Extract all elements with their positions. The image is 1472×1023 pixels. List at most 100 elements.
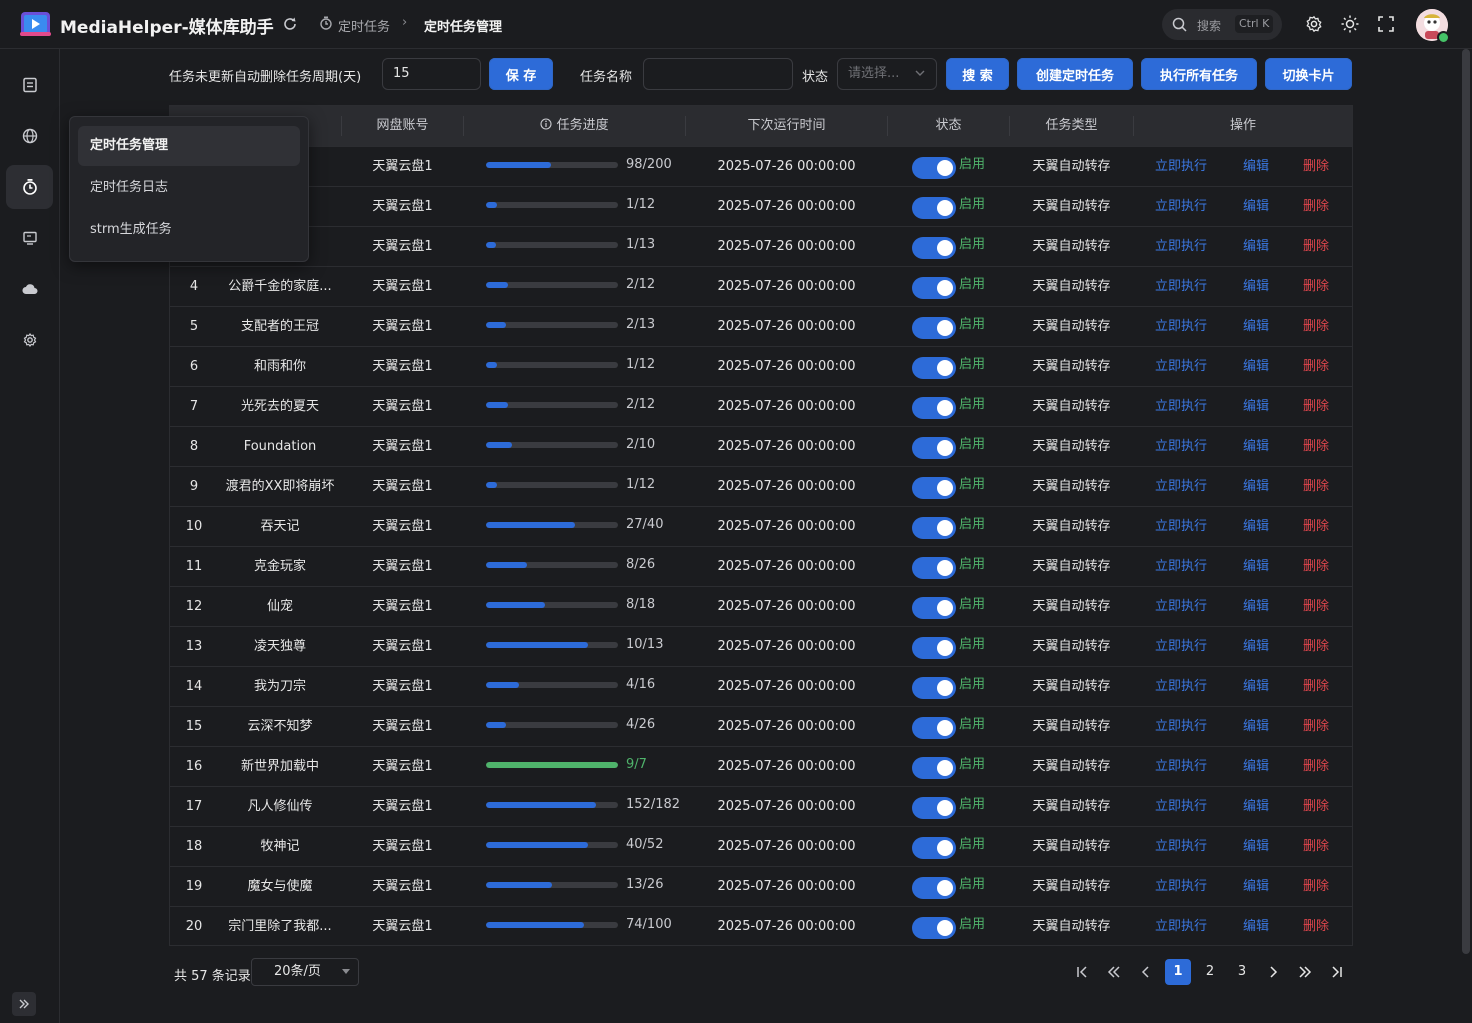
status-toggle[interactable] <box>912 877 956 899</box>
delete-link[interactable]: 删除 <box>1303 267 1329 306</box>
delete-link[interactable]: 删除 <box>1303 507 1329 546</box>
delete-link[interactable]: 删除 <box>1303 707 1329 746</box>
run-now-link[interactable]: 立即执行 <box>1155 827 1207 866</box>
status-toggle[interactable] <box>912 197 956 219</box>
delete-link[interactable]: 删除 <box>1303 227 1329 266</box>
status-toggle[interactable] <box>912 517 956 539</box>
edit-link[interactable]: 编辑 <box>1243 507 1269 546</box>
prev-page-button[interactable] <box>1133 959 1159 985</box>
edit-link[interactable]: 编辑 <box>1243 907 1269 946</box>
save-button[interactable]: 保 存 <box>489 58 553 90</box>
run-now-link[interactable]: 立即执行 <box>1155 587 1207 626</box>
last-page-button[interactable] <box>1324 959 1350 985</box>
status-toggle[interactable] <box>912 357 956 379</box>
page-scrollbar[interactable] <box>1462 49 1470 954</box>
run-now-link[interactable]: 立即执行 <box>1155 787 1207 826</box>
edit-link[interactable]: 编辑 <box>1243 627 1269 666</box>
status-toggle[interactable] <box>912 797 956 819</box>
delete-link[interactable]: 删除 <box>1303 907 1329 946</box>
run-now-link[interactable]: 立即执行 <box>1155 747 1207 786</box>
run-now-link[interactable]: 立即执行 <box>1155 147 1207 186</box>
run-now-link[interactable]: 立即执行 <box>1155 907 1207 946</box>
delete-link[interactable]: 删除 <box>1303 587 1329 626</box>
edit-link[interactable]: 编辑 <box>1243 547 1269 586</box>
run-now-link[interactable]: 立即执行 <box>1155 627 1207 666</box>
global-search[interactable]: 搜索 Ctrl K <box>1162 9 1282 40</box>
edit-link[interactable]: 编辑 <box>1243 867 1269 906</box>
status-toggle[interactable] <box>912 317 956 339</box>
theme-sun-icon[interactable] <box>1341 15 1359 33</box>
period-input[interactable]: 15 <box>382 58 481 90</box>
delete-link[interactable]: 删除 <box>1303 347 1329 386</box>
sidebar-item-cloud[interactable] <box>6 267 53 311</box>
status-toggle[interactable] <box>912 717 956 739</box>
delete-link[interactable]: 删除 <box>1303 627 1329 666</box>
delete-link[interactable]: 删除 <box>1303 307 1329 346</box>
task-name-input[interactable] <box>643 58 793 90</box>
sidebar-item-network[interactable] <box>6 114 53 158</box>
run-now-link[interactable]: 立即执行 <box>1155 867 1207 906</box>
edit-link[interactable]: 编辑 <box>1243 147 1269 186</box>
edit-link[interactable]: 编辑 <box>1243 587 1269 626</box>
run-now-link[interactable]: 立即执行 <box>1155 187 1207 226</box>
submenu-item-task-log[interactable]: 定时任务日志 <box>78 168 300 208</box>
run-now-link[interactable]: 立即执行 <box>1155 547 1207 586</box>
submenu-item-task-management[interactable]: 定时任务管理 <box>78 126 300 166</box>
status-toggle[interactable] <box>912 597 956 619</box>
page-2-button[interactable]: 2 <box>1197 959 1223 985</box>
run-now-link[interactable]: 立即执行 <box>1155 387 1207 426</box>
status-toggle[interactable] <box>912 917 956 939</box>
delete-link[interactable]: 删除 <box>1303 867 1329 906</box>
delete-link[interactable]: 删除 <box>1303 427 1329 466</box>
run-now-link[interactable]: 立即执行 <box>1155 467 1207 506</box>
next-group-button[interactable] <box>1292 959 1318 985</box>
run-all-tasks-button[interactable]: 执行所有任务 <box>1141 58 1257 90</box>
delete-link[interactable]: 删除 <box>1303 187 1329 226</box>
switch-card-button[interactable]: 切换卡片 <box>1265 58 1352 90</box>
edit-link[interactable]: 编辑 <box>1243 827 1269 866</box>
submenu-item-strm-task[interactable]: strm生成任务 <box>78 210 300 250</box>
sidebar-item-settings[interactable] <box>6 318 53 362</box>
run-now-link[interactable]: 立即执行 <box>1155 227 1207 266</box>
edit-link[interactable]: 编辑 <box>1243 267 1269 306</box>
first-page-button[interactable] <box>1069 959 1095 985</box>
status-toggle[interactable] <box>912 437 956 459</box>
delete-link[interactable]: 删除 <box>1303 747 1329 786</box>
status-select[interactable]: 请选择... <box>837 58 937 90</box>
fullscreen-icon[interactable] <box>1377 15 1395 33</box>
refresh-icon[interactable] <box>282 16 298 32</box>
edit-link[interactable]: 编辑 <box>1243 347 1269 386</box>
edit-link[interactable]: 编辑 <box>1243 387 1269 426</box>
sidebar-item-dashboard[interactable] <box>6 63 53 107</box>
edit-link[interactable]: 编辑 <box>1243 227 1269 266</box>
status-toggle[interactable] <box>912 837 956 859</box>
delete-link[interactable]: 删除 <box>1303 547 1329 586</box>
search-button[interactable]: 搜 索 <box>946 58 1009 90</box>
edit-link[interactable]: 编辑 <box>1243 747 1269 786</box>
settings-icon[interactable] <box>1305 15 1323 33</box>
run-now-link[interactable]: 立即执行 <box>1155 427 1207 466</box>
delete-link[interactable]: 删除 <box>1303 827 1329 866</box>
edit-link[interactable]: 编辑 <box>1243 187 1269 226</box>
status-toggle[interactable] <box>912 237 956 259</box>
run-now-link[interactable]: 立即执行 <box>1155 507 1207 546</box>
edit-link[interactable]: 编辑 <box>1243 307 1269 346</box>
sidebar-expand-button[interactable] <box>12 992 36 1016</box>
delete-link[interactable]: 删除 <box>1303 147 1329 186</box>
page-1-button[interactable]: 1 <box>1165 959 1191 985</box>
edit-link[interactable]: 编辑 <box>1243 707 1269 746</box>
edit-link[interactable]: 编辑 <box>1243 787 1269 826</box>
status-toggle[interactable] <box>912 637 956 659</box>
page-size-select[interactable]: 20条/页 <box>251 958 359 986</box>
delete-link[interactable]: 删除 <box>1303 387 1329 426</box>
run-now-link[interactable]: 立即执行 <box>1155 707 1207 746</box>
status-toggle[interactable] <box>912 757 956 779</box>
status-toggle[interactable] <box>912 677 956 699</box>
run-now-link[interactable]: 立即执行 <box>1155 267 1207 306</box>
edit-link[interactable]: 编辑 <box>1243 667 1269 706</box>
sidebar-item-media[interactable] <box>6 216 53 260</box>
edit-link[interactable]: 编辑 <box>1243 427 1269 466</box>
delete-link[interactable]: 删除 <box>1303 467 1329 506</box>
next-page-button[interactable] <box>1260 959 1286 985</box>
page-3-button[interactable]: 3 <box>1229 959 1255 985</box>
